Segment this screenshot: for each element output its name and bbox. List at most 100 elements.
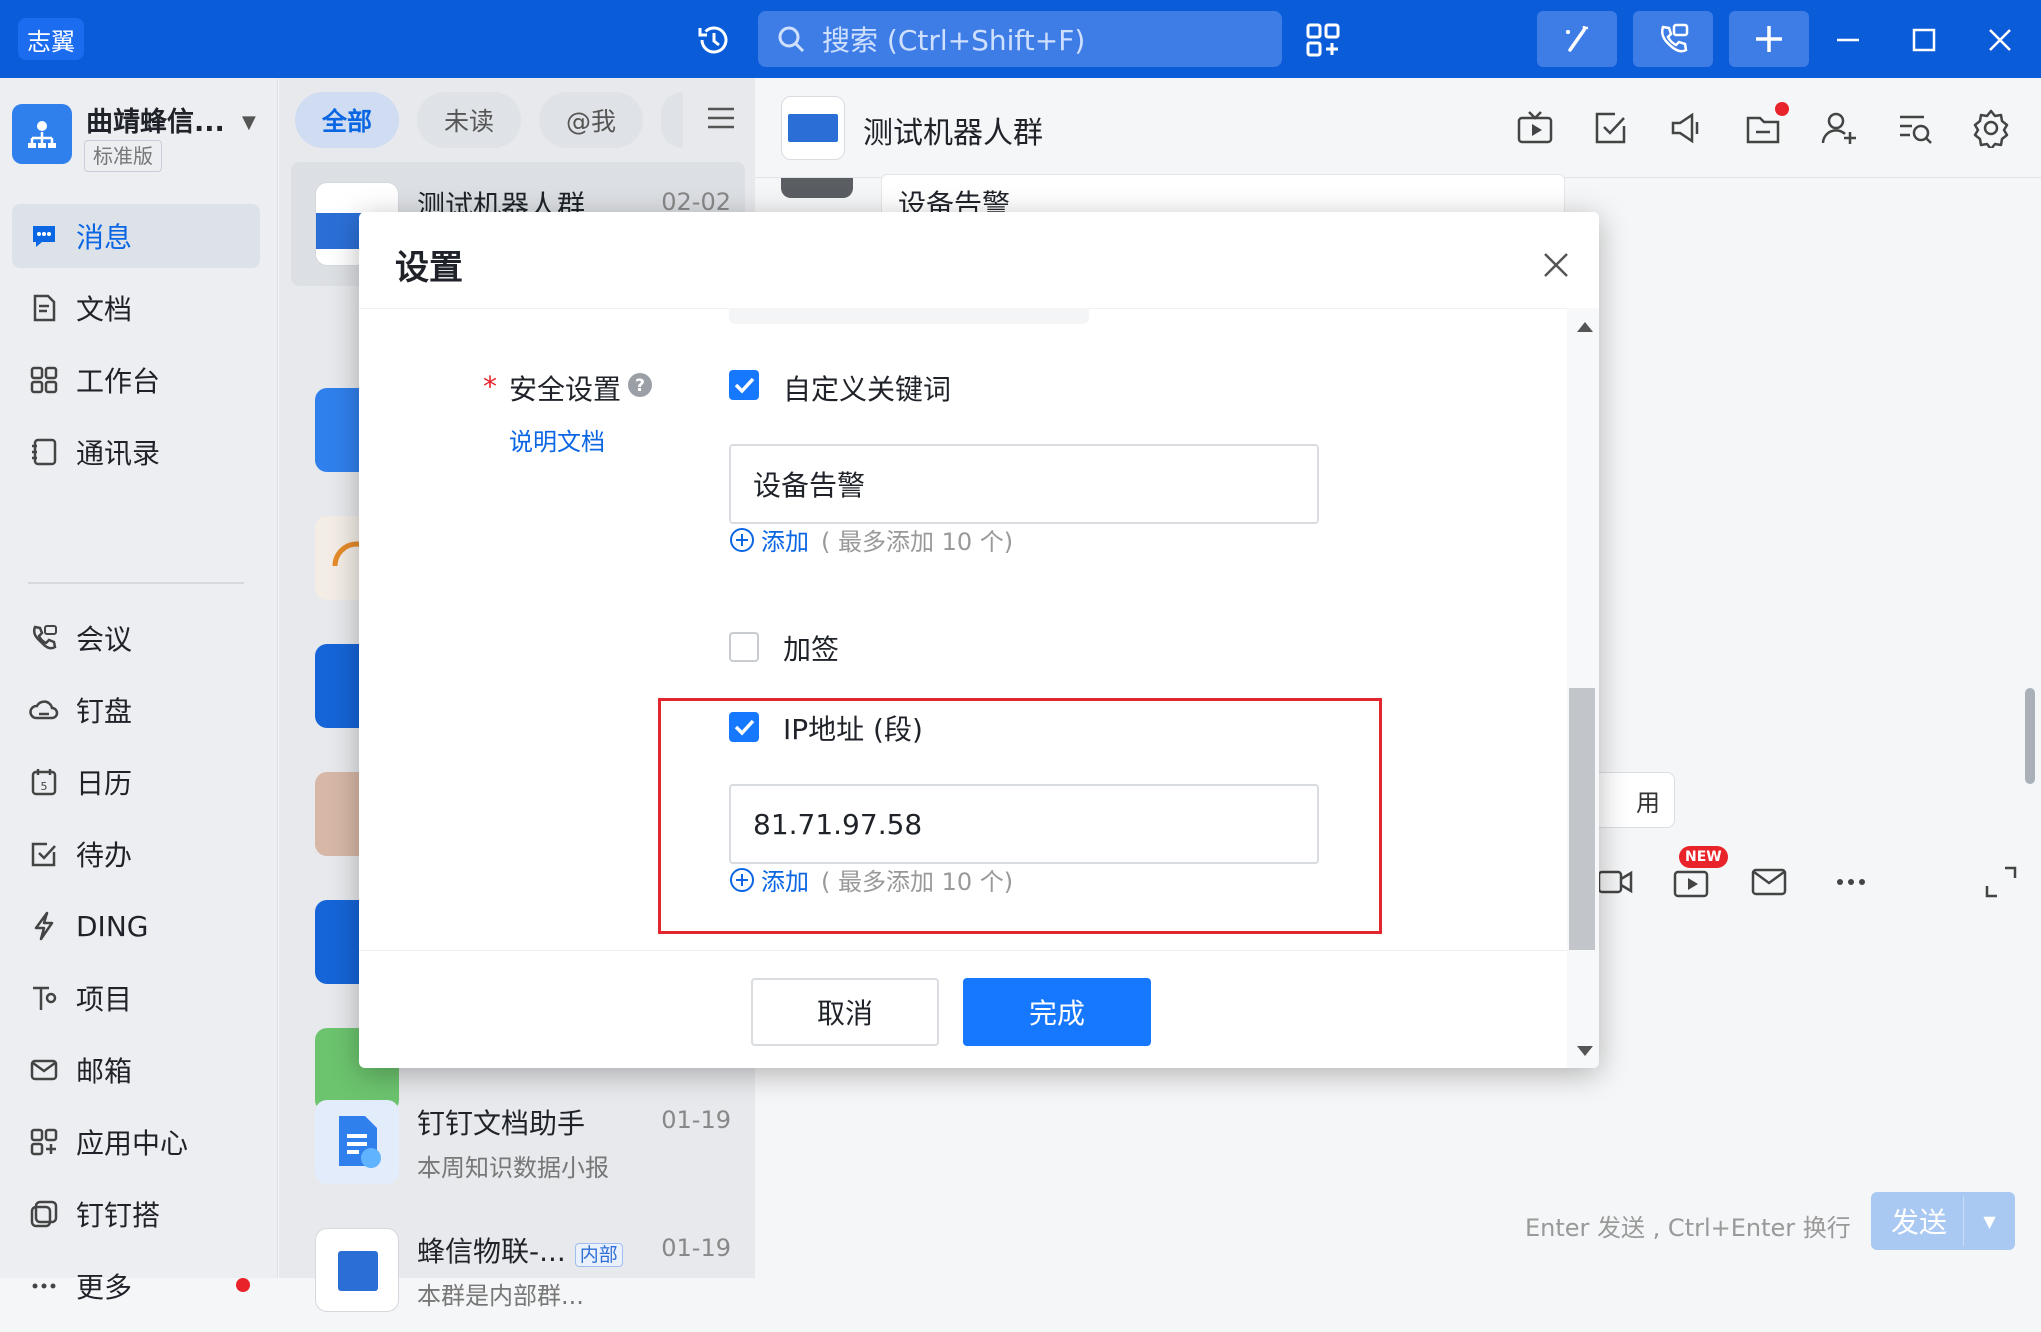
nav-item-ding[interactable]: DING	[12, 894, 260, 958]
dialog-scroll-thumb[interactable]	[1569, 688, 1595, 950]
search-history-icon[interactable]	[1895, 108, 1935, 148]
cancel-button[interactable]: 取消	[751, 978, 939, 1046]
live-stream-icon[interactable]	[1671, 862, 1711, 902]
minimize-button[interactable]	[1828, 20, 1868, 60]
send-options-caret-icon[interactable]: ▼	[1963, 1196, 2015, 1246]
sign-option-label[interactable]: 加签	[783, 628, 839, 668]
minimize-icon	[1837, 38, 1859, 42]
add-label: 添加	[761, 528, 809, 556]
add-member-icon[interactable]	[1819, 108, 1859, 148]
keyword-option-label[interactable]: 自定义关键词	[783, 368, 951, 408]
history-icon[interactable]	[694, 20, 734, 60]
nav-item-more[interactable]: 更多	[12, 1254, 260, 1318]
message-icon	[33, 226, 55, 247]
nav-item-messages[interactable]: 消息	[12, 204, 260, 268]
close-window-button[interactable]	[1980, 20, 2020, 60]
filter-mentions[interactable]: @我	[539, 92, 643, 148]
conversation-avatar	[315, 1100, 399, 1184]
close-icon	[1989, 29, 2011, 51]
ip-option-label[interactable]: IP地址 (段)	[783, 708, 923, 748]
scroll-up-arrow-icon[interactable]	[1577, 322, 1593, 332]
create-button[interactable]	[1729, 11, 1809, 67]
nav-label: 待办	[76, 839, 133, 872]
calendar-icon: 5	[31, 769, 57, 796]
nav-label: 钉钉搭	[76, 1199, 161, 1232]
org-avatar[interactable]	[12, 104, 72, 164]
conversation-item[interactable]: 钉钉文档助手 01-19 本周知识数据小报	[291, 1080, 745, 1204]
announcement-icon[interactable]	[1667, 108, 1707, 148]
notification-dot	[1775, 102, 1789, 116]
keyword-checkbox[interactable]	[729, 370, 759, 400]
contacts-icon	[32, 438, 57, 466]
nav-item-meeting[interactable]: 会议	[12, 606, 260, 670]
nav-item-app-center[interactable]: 应用中心	[12, 1110, 260, 1174]
document-assistant-icon	[339, 1116, 381, 1168]
mail-icon	[30, 1059, 58, 1081]
filter-all[interactable]: 全部	[295, 92, 399, 148]
expand-icon[interactable]	[1981, 862, 2021, 902]
conversation-preview: 本群是内部群...	[417, 1282, 584, 1310]
settings-icon[interactable]	[1971, 108, 2011, 148]
app-center-icon	[30, 1128, 58, 1156]
org-name[interactable]: 曲靖蜂信...	[86, 100, 225, 139]
todo-icon	[31, 842, 56, 867]
mail-icon[interactable]	[1749, 862, 1789, 902]
call-button[interactable]	[1633, 11, 1713, 67]
task-icon[interactable]	[1591, 108, 1631, 148]
filter-unread[interactable]: 未读	[417, 92, 521, 148]
chat-scrollbar[interactable]	[2025, 688, 2035, 784]
list-menu-icon[interactable]	[705, 102, 737, 134]
required-marker: *	[483, 370, 497, 403]
add-ip-button[interactable]: 添加 ( 最多添加 10 个)	[729, 862, 1013, 897]
live-icon[interactable]	[1515, 108, 1555, 148]
nav-item-contacts[interactable]: 通讯录	[12, 420, 260, 484]
filter-overflow[interactable]	[661, 92, 683, 148]
maximize-button[interactable]	[1904, 20, 1944, 60]
svg-text:?: ?	[635, 376, 645, 396]
nav-item-cloud-drive[interactable]: 钉盘	[12, 678, 260, 742]
group-avatar[interactable]	[781, 96, 845, 160]
global-search[interactable]: 搜索 (Ctrl+Shift+F)	[758, 11, 1282, 67]
close-icon[interactable]	[1539, 248, 1573, 282]
app-grid-icon[interactable]	[1305, 22, 1341, 58]
svg-text:5: 5	[41, 780, 48, 793]
nav-item-calendar[interactable]: 5 日历	[12, 750, 260, 814]
org-switch-caret-icon[interactable]: ▼	[242, 112, 256, 133]
maximize-icon	[1912, 28, 1936, 52]
nav-item-project[interactable]: 项目	[12, 966, 260, 1030]
sign-checkbox[interactable]	[729, 632, 759, 662]
conversation-time: 01-19	[661, 1234, 731, 1262]
security-settings-label: 安全设置	[509, 373, 622, 406]
nav-label: 通讯录	[76, 437, 161, 470]
nav-item-workbench[interactable]: 工作台	[12, 348, 260, 412]
video-call-icon[interactable]	[1595, 862, 1635, 902]
nav-item-dingda[interactable]: 钉钉搭	[12, 1182, 260, 1246]
nav-item-todo[interactable]: 待办	[12, 822, 260, 886]
previous-field-edge	[729, 308, 1089, 324]
check-icon	[734, 719, 755, 736]
chat-title[interactable]: 测试机器人群	[863, 108, 1043, 152]
ip-checkbox[interactable]	[729, 712, 759, 742]
nav-item-docs[interactable]: 文档	[12, 276, 260, 340]
send-shortcut-hint: Enter 发送 , Ctrl+Enter 换行	[1525, 1214, 1851, 1242]
more-tools-icon[interactable]	[1831, 862, 1871, 902]
workbench-icon	[30, 366, 58, 394]
settings-dialog: 设置 * 安全设置 ? 说明文档 自定义关键词 添加 ( 最多添加 10 个) …	[359, 212, 1599, 1068]
ip-address-input[interactable]	[729, 784, 1319, 864]
nav-item-mail[interactable]: 邮箱	[12, 1038, 260, 1102]
nav-label: 消息	[76, 221, 133, 254]
nav-label: 邮箱	[76, 1055, 133, 1088]
magic-wand-button[interactable]	[1537, 11, 1617, 67]
org-icon	[28, 121, 56, 148]
help-icon[interactable]: ?	[627, 372, 653, 398]
keyword-input[interactable]	[729, 444, 1319, 524]
nav-label: 会议	[76, 623, 133, 656]
doc-link[interactable]: 说明文档	[509, 422, 605, 457]
title-bar: 志翼 搜索 (Ctrl+Shift+F)	[0, 0, 2041, 78]
scroll-down-arrow-icon[interactable]	[1577, 1046, 1593, 1056]
add-keyword-button[interactable]: 添加 ( 最多添加 10 个)	[729, 522, 1013, 557]
dingda-icon	[30, 1200, 58, 1228]
send-label: 发送	[1891, 1206, 1948, 1239]
conversation-item[interactable]: 蜂信物联-... 内部 01-19 本群是内部群...	[291, 1208, 745, 1332]
done-button[interactable]: 完成	[963, 978, 1151, 1046]
